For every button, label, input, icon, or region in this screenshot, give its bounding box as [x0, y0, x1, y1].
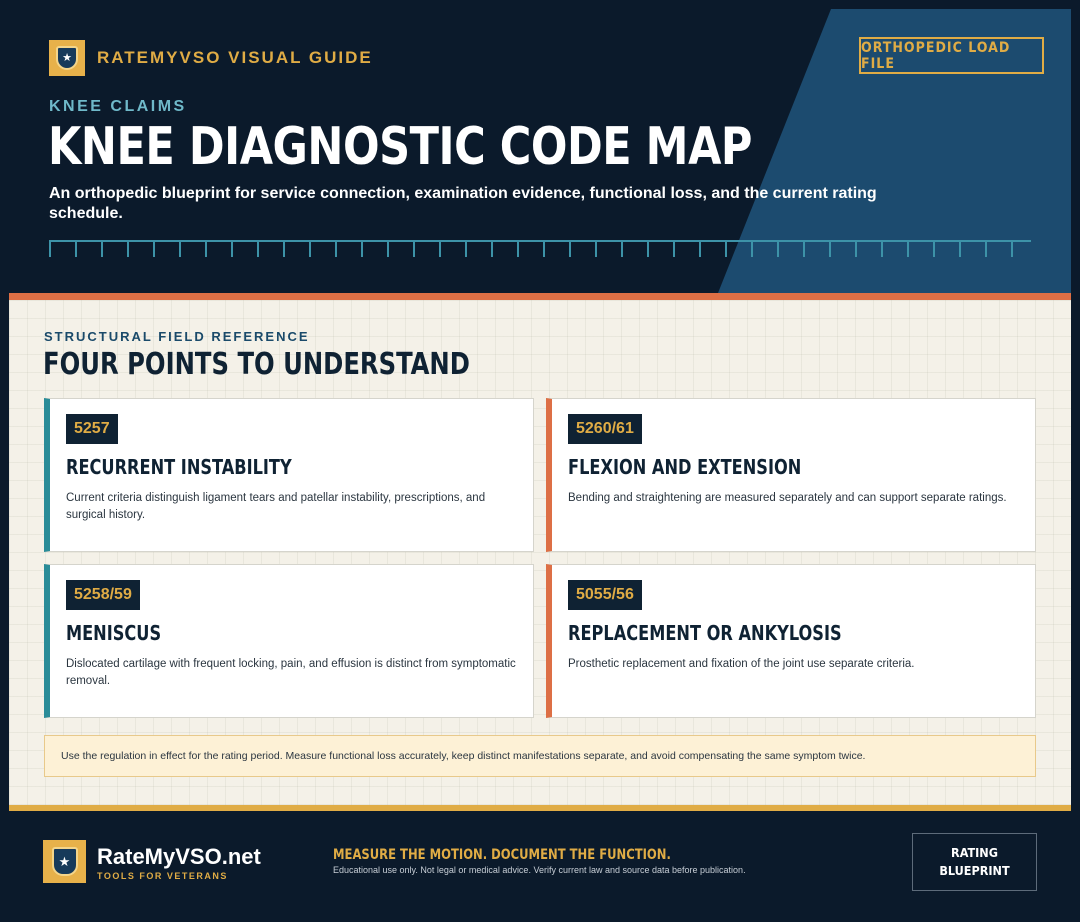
diagnostic-code: 5257 [66, 414, 118, 444]
diagnostic-code: 5055/56 [568, 580, 642, 610]
badge-line: BLUEPRINT [939, 863, 1010, 878]
header-eyebrow: KNEE CLAIMS [49, 98, 187, 115]
footer-tagline: TOOLS FOR VETERANS [97, 871, 228, 881]
section-title: FOUR POINTS TO UNDERSTAND [43, 347, 470, 382]
card-title: MENISCUS [66, 621, 162, 645]
card-recurrent-instability: 5257 RECURRENT INSTABILITY Current crite… [44, 398, 534, 552]
footer-motto: MEASURE THE MOTION. DOCUMENT THE FUNCTIO… [333, 847, 671, 863]
footer-brand[interactable]: RateMyVSO.net [97, 844, 261, 870]
header: ★ RATEMYVSO VISUAL GUIDE ORTHOPEDIC LOAD… [0, 0, 1080, 293]
page-title: KNEE DIAGNOSTIC CODE MAP [48, 117, 753, 177]
orange-divider [9, 293, 1071, 300]
diagnostic-code: 5258/59 [66, 580, 140, 610]
card-body: Dislocated cartilage with frequent locki… [66, 658, 516, 687]
ruler-decoration [49, 240, 1031, 257]
card-title: REPLACEMENT OR ANKYLOSIS [568, 621, 842, 645]
rating-blueprint-badge: RATING BLUEPRINT [912, 833, 1037, 891]
page-subtitle: An orthopedic blueprint for service conn… [49, 185, 877, 222]
main-content: STRUCTURAL FIELD REFERENCE FOUR POINTS T… [9, 300, 1071, 805]
card-title: RECURRENT INSTABILITY [66, 455, 292, 479]
gold-divider [9, 805, 1071, 811]
diagnostic-code: 5260/61 [568, 414, 642, 444]
badge-line: RATING [951, 845, 998, 860]
card-body: Current criteria distinguish ligament te… [66, 492, 486, 521]
card-meniscus: 5258/59 MENISCUS Dislocated cartilage wi… [44, 564, 534, 718]
shield-star-icon: ★ [43, 840, 86, 883]
card-flexion-extension: 5260/61 FLEXION AND EXTENSION Bending an… [546, 398, 1036, 552]
card-body: Bending and straightening are measured s… [568, 492, 1007, 504]
regulation-note: Use the regulation in effect for the rat… [44, 735, 1036, 777]
shield-star-icon: ★ [49, 40, 85, 76]
card-body: Prosthetic replacement and fixation of t… [568, 658, 915, 670]
orthopedic-load-file-badge: ORTHOPEDIC LOAD FILE [859, 37, 1044, 74]
card-replacement-ankylosis: 5055/56 REPLACEMENT OR ANKYLOSIS Prosthe… [546, 564, 1036, 718]
card-title: FLEXION AND EXTENSION [568, 455, 802, 479]
brand: ★ RATEMYVSO VISUAL GUIDE [49, 40, 373, 76]
section-eyebrow: STRUCTURAL FIELD REFERENCE [44, 329, 310, 344]
footer-disclaimer: Educational use only. Not legal or medic… [333, 865, 746, 875]
brand-name: RATEMYVSO VISUAL GUIDE [97, 48, 373, 67]
